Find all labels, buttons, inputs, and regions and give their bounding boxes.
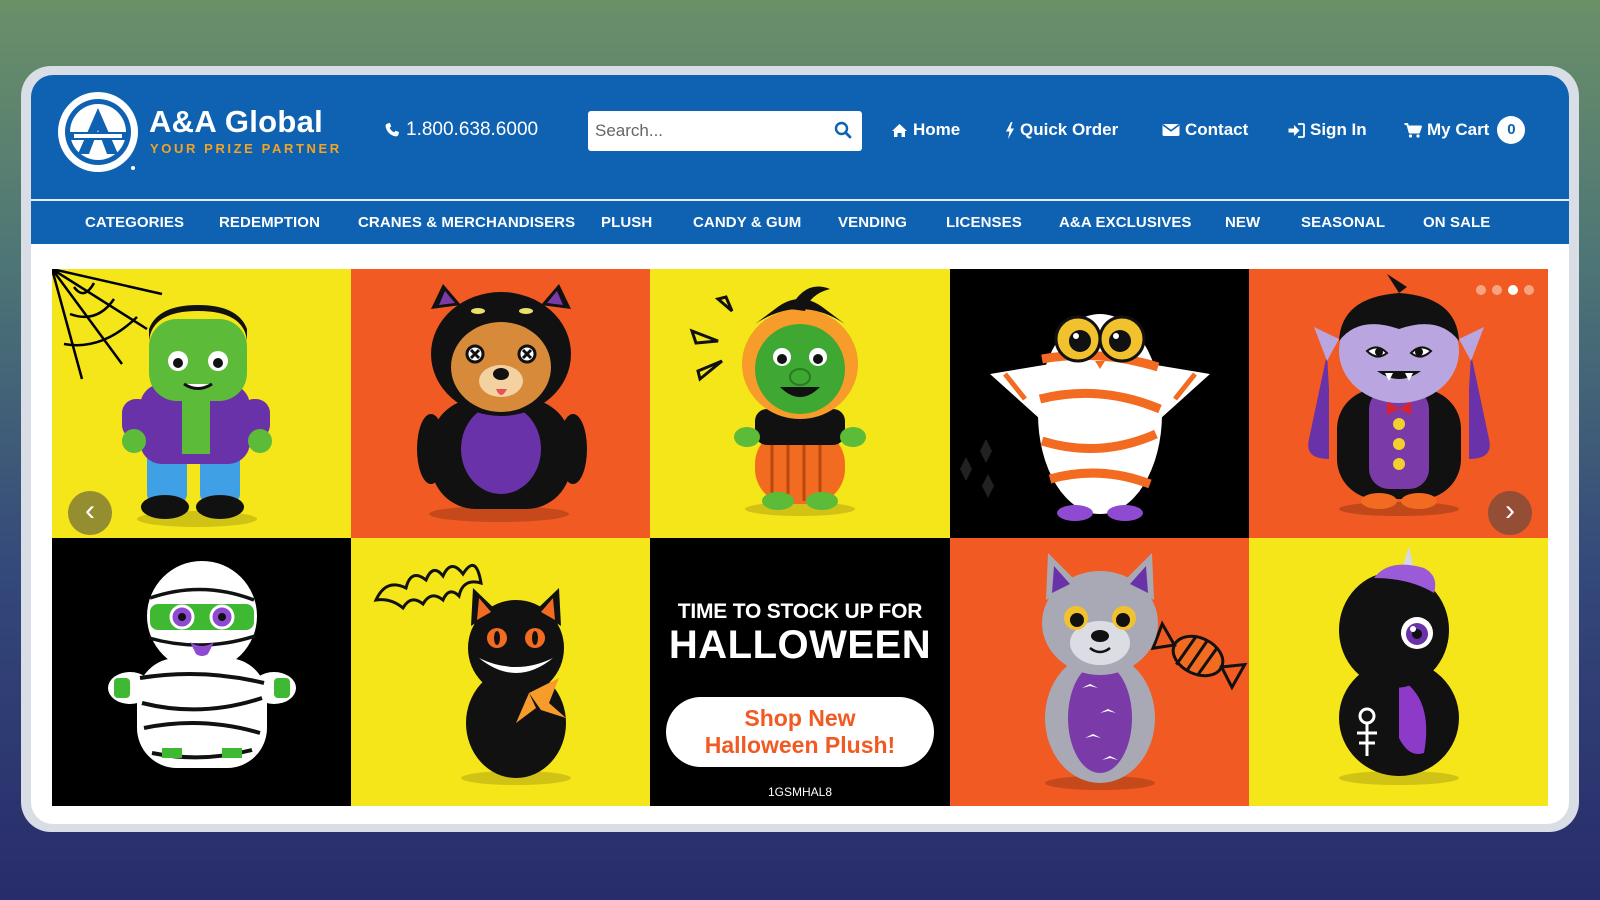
cart-count-badge: 0 bbox=[1497, 116, 1526, 144]
contact-link-label: Contact bbox=[1185, 120, 1249, 139]
home-link-label: Home bbox=[913, 120, 961, 139]
sign-in-link-label: Sign In bbox=[1310, 120, 1367, 139]
home-icon bbox=[892, 123, 907, 137]
brand-tagline: YOUR PRIZE PARTNER bbox=[150, 141, 342, 156]
carousel-next-button[interactable]: › bbox=[1488, 491, 1532, 535]
quick-order-link-label: Quick Order bbox=[1020, 120, 1119, 139]
witch-plush-image bbox=[689, 286, 867, 516]
carousel-dot-1[interactable] bbox=[1476, 285, 1486, 295]
my-cart-link[interactable]: My Cart 0 bbox=[1404, 116, 1526, 144]
nav-item-on-sale[interactable]: ON SALE bbox=[1423, 214, 1490, 231]
nav-item-seasonal[interactable]: SEASONAL bbox=[1301, 214, 1385, 231]
nav-item-candy-gum[interactable]: CANDY & GUM bbox=[693, 214, 801, 231]
mummy-owl-plush-tile bbox=[949, 269, 1249, 538]
my-cart-link-label: My Cart bbox=[1427, 120, 1490, 139]
black-unicorn-plush-tile bbox=[1248, 537, 1548, 806]
logo-mark-icon bbox=[58, 92, 138, 172]
search-box bbox=[588, 111, 862, 151]
witch-plush-tile bbox=[650, 269, 950, 538]
black-cat-plush-image bbox=[373, 563, 572, 785]
black-unicorn-plush-image bbox=[1338, 545, 1459, 785]
main-nav: CATEGORIES REDEMPTION CRANES & MERCHANDI… bbox=[31, 199, 1569, 244]
hero-carousel[interactable]: › TIME TO STOCK UP FOR HALLOWEEN Shop Ne… bbox=[52, 269, 1548, 806]
black-cat-plush-tile bbox=[351, 537, 651, 806]
chevron-right-icon: › bbox=[1505, 494, 1515, 527]
site-logo[interactable]: A&A Global YOUR PRIZE PARTNER bbox=[56, 88, 356, 176]
carousel-dot-2[interactable] bbox=[1492, 285, 1502, 295]
nav-item-vending[interactable]: VENDING bbox=[838, 214, 907, 231]
promo-sku: 1GSMHAL8 bbox=[767, 784, 832, 799]
quick-order-link[interactable]: Quick Order bbox=[1005, 120, 1118, 140]
home-link[interactable]: Home bbox=[891, 120, 960, 140]
promo-button-line-2: Halloween Plush! bbox=[704, 731, 896, 758]
carousel-dot-4[interactable] bbox=[1524, 285, 1534, 295]
chevron-left-icon: ‹ bbox=[85, 494, 95, 527]
mummy-plush-image bbox=[108, 560, 296, 768]
nav-item-categories[interactable]: CATEGORIES bbox=[85, 214, 184, 231]
wolf-plush-image bbox=[1041, 552, 1248, 790]
envelope-icon bbox=[1162, 124, 1180, 136]
phone-icon bbox=[385, 123, 399, 137]
promo-heading: HALLOWEEN bbox=[668, 622, 932, 667]
browser-window: A&A Global YOUR PRIZE PARTNER 1.800.638.… bbox=[31, 75, 1569, 824]
nav-item-redemption[interactable]: REDEMPTION bbox=[219, 214, 320, 231]
nav-item-aa-exclusives[interactable]: A&A EXCLUSIVES bbox=[1059, 214, 1192, 231]
sign-in-link[interactable]: Sign In bbox=[1288, 120, 1367, 140]
nav-item-plush[interactable]: PLUSH bbox=[601, 214, 652, 231]
brand-name: A&A Global bbox=[149, 104, 324, 139]
cart-icon bbox=[1404, 122, 1422, 138]
bear-cat-plush-image bbox=[417, 284, 588, 522]
contact-link[interactable]: Contact bbox=[1162, 120, 1248, 140]
search-icon bbox=[834, 121, 852, 139]
carousel-dot-3[interactable] bbox=[1508, 285, 1518, 295]
site-header: A&A Global YOUR PRIZE PARTNER 1.800.638.… bbox=[31, 75, 1569, 199]
search-button[interactable] bbox=[834, 121, 852, 144]
shop-halloween-plush-button[interactable]: Shop New Halloween Plush! bbox=[665, 696, 934, 767]
vampire-plush-tile: › bbox=[1248, 269, 1548, 538]
mummy-plush-tile bbox=[52, 537, 352, 806]
promo-button-line-1: Shop New bbox=[744, 704, 856, 731]
nav-item-licenses[interactable]: LICENSES bbox=[946, 214, 1022, 231]
wolf-plush-tile bbox=[949, 537, 1249, 806]
search-input[interactable] bbox=[588, 113, 803, 149]
carousel-dots bbox=[1476, 285, 1534, 295]
bolt-icon bbox=[1006, 121, 1014, 139]
phone-number-text: 1.800.638.6000 bbox=[406, 119, 539, 140]
bear-cat-costume-plush-tile bbox=[351, 269, 651, 538]
mummy-owl-plush-image bbox=[959, 314, 1210, 521]
promo-line-1: TIME TO STOCK UP FOR bbox=[677, 599, 923, 623]
nav-item-cranes-merchandisers[interactable]: CRANES & MERCHANDISERS bbox=[358, 214, 575, 231]
phone-number[interactable]: 1.800.638.6000 bbox=[384, 119, 538, 141]
sign-in-icon bbox=[1288, 122, 1305, 138]
carousel-prev-button[interactable]: ‹ bbox=[68, 491, 112, 535]
nav-item-new[interactable]: NEW bbox=[1225, 214, 1260, 231]
halloween-promo-tile: TIME TO STOCK UP FOR HALLOWEEN Shop New … bbox=[650, 537, 950, 806]
